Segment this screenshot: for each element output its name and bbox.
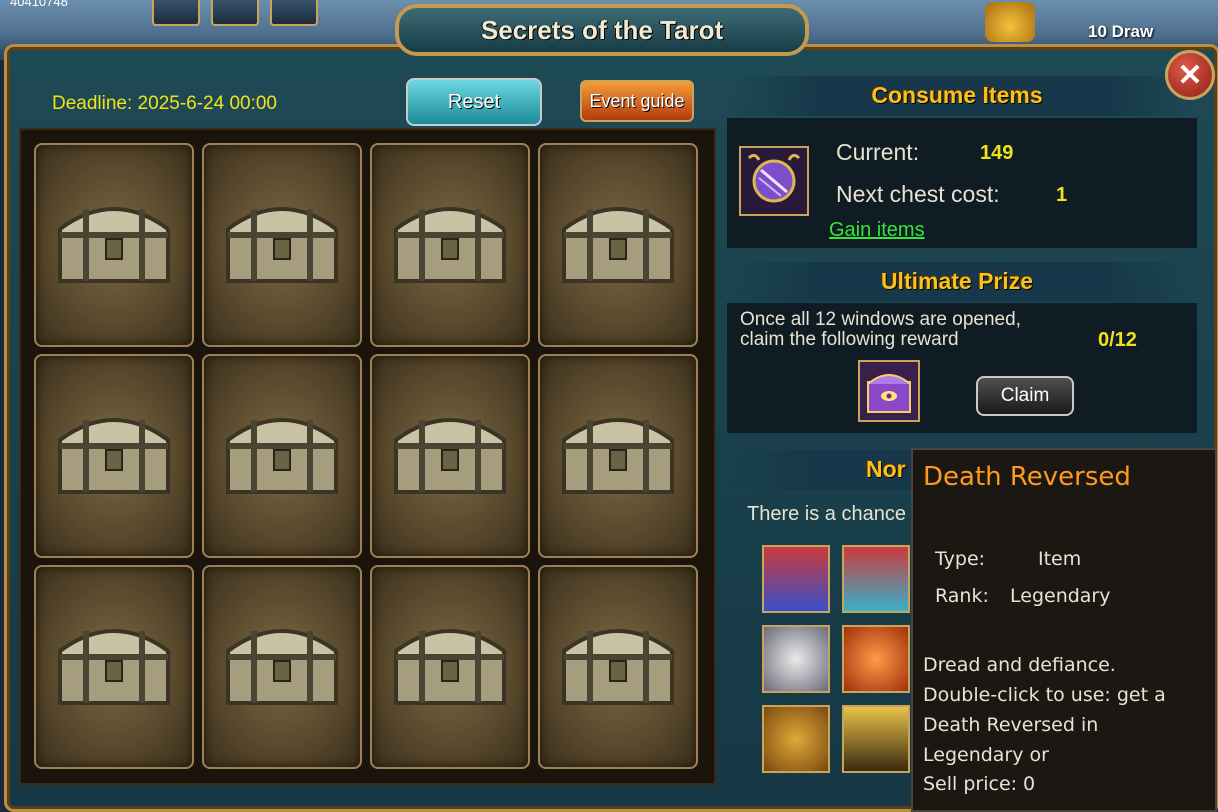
event-guide-button[interactable]: Event guide — [580, 80, 694, 122]
tooltip-rank-label: Rank: — [935, 585, 989, 607]
close-button[interactable]: ✕ — [1165, 50, 1215, 100]
chest-slot[interactable] — [202, 143, 362, 347]
gain-items-link[interactable]: Gain items — [829, 219, 925, 242]
consume-items-header: Consume Items — [871, 82, 1043, 108]
treasure-chest-icon — [52, 189, 176, 295]
ultimate-desc-line2: claim the following reward — [740, 329, 959, 350]
player-id-text: 40410748 — [10, 0, 68, 9]
chest-slot[interactable] — [370, 143, 530, 347]
window-title: Secrets of the Tarot — [395, 4, 809, 56]
chest-slot[interactable] — [202, 565, 362, 769]
fire-gem-icon[interactable] — [842, 625, 910, 693]
draw-chest-icon[interactable] — [985, 2, 1035, 42]
item-tooltip: Death Reversed Type: Item Rank: Legendar… — [911, 448, 1217, 812]
treasure-chest-icon — [556, 189, 680, 295]
tooltip-sell-value: 0 — [1023, 773, 1036, 795]
tooltip-rank-value: Legendary — [1010, 585, 1111, 607]
ultimate-chest-icon[interactable] — [858, 360, 920, 422]
next-cost-value: 1 — [1056, 184, 1068, 206]
tooltip-type-label: Type: — [935, 548, 986, 570]
reset-button[interactable]: Reset — [406, 78, 542, 126]
next-cost-label: Next chest cost: — [836, 181, 1000, 207]
normal-prize-header: Nor — [866, 456, 906, 482]
chest-grid — [19, 128, 716, 785]
treasure-chest-icon — [388, 611, 512, 717]
treasure-chest-icon — [556, 400, 680, 506]
tooltip-type-value: Item — [1038, 548, 1082, 570]
treasure-chest-icon — [388, 189, 512, 295]
treasure-chest-icon — [388, 400, 512, 506]
claim-button[interactable]: Claim — [976, 376, 1074, 416]
chest-slot[interactable] — [370, 565, 530, 769]
current-label: Current: — [836, 139, 920, 165]
current-value: 149 — [980, 142, 1014, 164]
deadline-text: Deadline: 2025-6-24 00:00 — [52, 93, 278, 114]
tooltip-title: Death Reversed — [923, 462, 1131, 492]
silver-coin-icon[interactable] — [762, 625, 830, 693]
close-icon: ✕ — [1177, 58, 1203, 92]
tooltip-description: Dread and defiance. Double-click to use:… — [923, 654, 1166, 766]
chest-slot[interactable] — [202, 354, 362, 558]
chest-slot[interactable] — [538, 143, 698, 347]
chest-slot[interactable] — [34, 565, 194, 769]
chest-slot[interactable] — [538, 565, 698, 769]
chance-text: There is a chance — [747, 503, 906, 525]
treasure-chest-icon — [220, 400, 344, 506]
tarot-card-icon[interactable] — [842, 705, 910, 773]
reward-chest-icon[interactable] — [762, 545, 830, 613]
treasure-chest-icon — [220, 189, 344, 295]
treasure-chest-icon — [52, 611, 176, 717]
ultimate-desc-line1: Once all 12 windows are opened, — [740, 309, 1021, 330]
ultimate-progress: 0/12 — [1098, 329, 1137, 351]
ultimate-prize-header: Ultimate Prize — [880, 268, 1034, 294]
tarot-crystal-icon — [739, 146, 809, 216]
treasure-chest-icon — [52, 400, 176, 506]
hud-book-button[interactable] — [270, 0, 318, 26]
hud-button-1[interactable] — [152, 0, 200, 26]
chest-slot[interactable] — [538, 354, 698, 558]
gold-ring-icon[interactable] — [762, 705, 830, 773]
reward-chest-icon-2[interactable] — [842, 545, 910, 613]
chest-slot[interactable] — [34, 143, 194, 347]
hud-settings-button[interactable] — [211, 0, 259, 26]
tooltip-sell-label: Sell price: — [923, 773, 1018, 795]
draw-label[interactable]: 10 Draw — [1088, 22, 1153, 42]
treasure-chest-icon — [556, 611, 680, 717]
chest-slot[interactable] — [34, 354, 194, 558]
chest-slot[interactable] — [370, 354, 530, 558]
treasure-chest-icon — [220, 611, 344, 717]
